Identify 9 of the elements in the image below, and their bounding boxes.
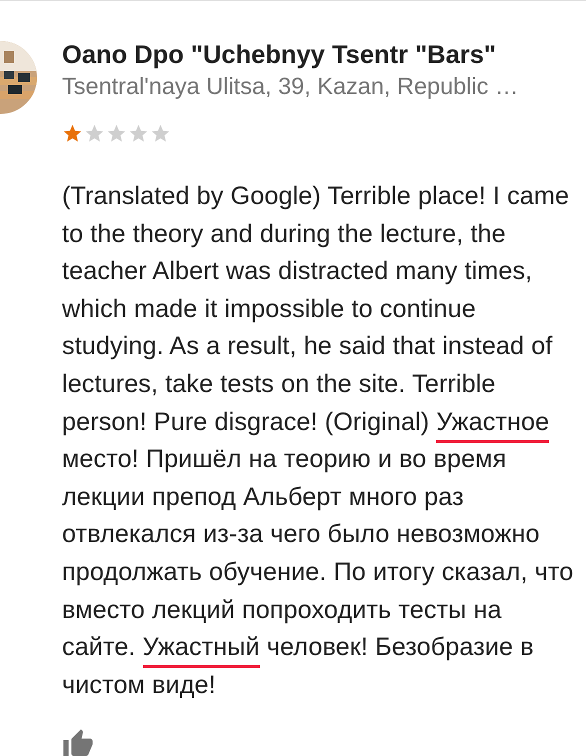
review-text: (Translated by Google) Terrible place! I came to the theory and during the lecture, the teacher Albert was distracted many times, which made it impossible to continue studying. As a result, he said that instead of lectures, take tests on the site. Terrible person! Pure disgrace! (Original) Ужастное место! Пришёл на теорию и во время лекции препод Альберт много раз отвлекался из-за чего было невозможно продолжать обучение. По итогу сказал, что вместо лекций попроходить тесты на сайте. Ужастный человек! Безобразие в чистом виде! <box>62 181 574 701</box>
thumbs-up-icon[interactable] <box>62 728 94 756</box>
empty-star-icon <box>150 123 171 144</box>
filled-star-icon <box>62 123 83 144</box>
place-address: Tsentral'naya Ulitsa, 39, Kazan, Republic … <box>62 72 520 101</box>
empty-star-icon <box>106 123 127 144</box>
empty-star-icon <box>84 123 105 144</box>
place-name: Oano Dpo "Uchebnyy Tsentr "Bars" <box>62 40 497 71</box>
empty-star-icon <box>128 123 149 144</box>
